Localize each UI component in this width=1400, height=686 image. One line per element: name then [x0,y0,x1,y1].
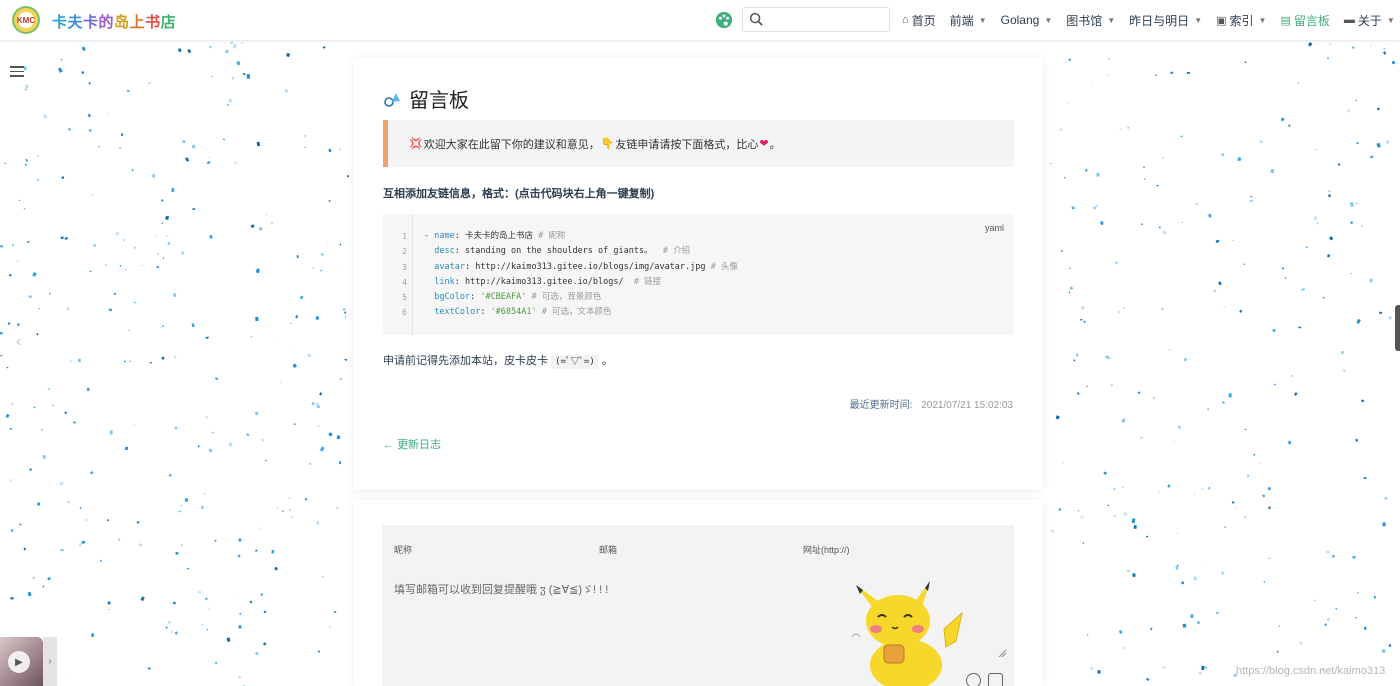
url-field[interactable]: 网址(http://) [803,543,850,556]
nav-links: ⌂ 首页 前端 ▼ Golang ▼ 图书馆 ▼ 昨日与明日 ▼ ▣ 索引 ▼ ▤ 留言板 ▬ 关于 ▼ [902,0,1400,40]
prev-page-link[interactable]: ← 更新日志 [383,436,441,452]
email-field[interactable]: 邮箱 [599,543,617,556]
tip-text-1: 欢迎大家在此留下你的建议和意见， [423,138,600,151]
search-input[interactable] [769,10,884,29]
music-player-cover[interactable]: ▶ [0,637,43,686]
comment-form: 昵称 邮箱 网址(http://) 填写邮箱可以收到回复提醒哦 ჳ (≧∀≦)ゞ… [382,525,1014,686]
preview-icon[interactable] [988,673,1003,686]
site-logo[interactable]: KMC [12,6,40,34]
navbar: KMC 卡夫卡的岛上书店 ⌂ 首页 前端 ▼ Golang ▼ 图书馆 ▼ 昨日与明日 ▼ ▣ 索引 ▼… [0,0,1400,41]
nav-item-label: 图书馆 [1066,13,1103,28]
logo-text: KMC [16,15,36,25]
code-line: avatar: http://kaimo313.gitee.io/blogs/i… [434,261,738,272]
play-icon[interactable]: ▶ [8,651,30,673]
code-lines: - name: 卡夫卡的岛上书店 # 昵称 desc: standing on … [424,229,738,321]
page-card: 留言板 💢 欢迎大家在此留下你的建议和意见， 👇 友链申请请按下面格式，比心 ❤… [353,58,1043,490]
tip-text-3: 。 [769,138,781,151]
nav-item[interactable]: ▤ 留言板 [1280,12,1329,29]
last-updated-value: 2021/07/21 15:02:03 [921,400,1013,411]
comment-card: 昵称 邮箱 网址(http://) 填写邮箱可以收到回复提醒哦 ჳ (≧∀≦)ゞ… [353,500,1043,686]
line-number-gutter: 1 2 3 4 5 6 [383,214,413,335]
nav-item[interactable]: ⌂ 首页 [902,12,936,29]
tip-block: 💢 欢迎大家在此留下你的建议和意见， 👇 友链申请请按下面格式，比心 ❤ 。 [383,120,1014,167]
caret-down-icon: ▼ [1044,15,1053,25]
comment-textarea[interactable]: 填写邮箱可以收到回复提醒哦 ჳ (≧∀≦)ゞ! ! ! [394,581,608,597]
caret-down-icon: ▼ [978,15,987,25]
nav-item-label: 前端 [949,13,974,28]
last-updated-label: 最近更新时间: [849,400,913,411]
site-title-char: 岛 [114,14,130,31]
home-icon: ⌂ [902,14,909,26]
search-box[interactable] [742,7,890,32]
code-line: link: http://kaimo313.gitee.io/blogs/ # … [434,276,662,287]
site-title-char: 书 [145,14,161,31]
nav-item-label: 留言板 [1293,13,1330,28]
site-title-char: 上 [129,14,146,31]
nav-item-label: 索引 [1229,13,1254,28]
line-number: 4 [402,277,407,287]
arrow-left-icon: ← [383,439,394,451]
nav-item-label: Golang [1000,13,1040,27]
nav-item[interactable]: ▬ 关于 ▼ [1344,12,1395,29]
friend-link-heading: 互相添加友链信息，格式：(点击代码块右上角一键复制) [383,188,655,200]
apply-note: 申请前记得先添加本站，皮卡皮卡 (=ﾟ▽ﾟ=) 。 [383,352,613,369]
code-language-label: yaml [984,223,1004,233]
bicycle-icon [384,92,400,107]
tip-text-2: 友链申请请按下面格式，比心 [615,138,759,151]
site-title-char: 夫 [67,14,84,31]
pointing-down-emoji-icon: 👇 [600,138,615,150]
caret-down-icon: ▼ [1386,15,1395,25]
sidebar-toggle-icon[interactable] [10,66,24,77]
side-scroll-tab[interactable] [1395,305,1400,351]
note-end: 。 [601,355,613,367]
note-kaomoji: (=ﾟ▽ﾟ=) [551,355,599,369]
nav-item[interactable]: 图书馆 ▼ [1066,12,1115,29]
last-updated: 最近更新时间: 2021/07/21 15:02:03 [850,396,1013,411]
index-icon: ▣ [1216,14,1227,27]
site-title[interactable]: 卡夫卡的岛上书店 [52,11,176,32]
pikachu-illustration [851,581,963,686]
caret-down-icon: ▼ [1194,15,1203,25]
about-icon: ▬ [1343,14,1355,26]
nav-item[interactable]: 昨日与明日 ▼ [1129,12,1202,29]
watermark: https://blog.csdn.net/kaimo313 [1236,665,1386,677]
line-number: 3 [402,262,407,272]
code-line: textColor: '#6854A1' # 可选，文本颜色 [434,307,612,318]
line-number: 2 [402,247,407,257]
code-line: bgColor: '#CBEAFA' # 可选，背景颜色 [434,292,602,303]
code-line: desc: standing on the shoulders of giant… [434,246,691,257]
chevron-left-icon[interactable]: ‹ [16,333,21,351]
palette-icon[interactable] [715,11,733,29]
nav-item[interactable]: Golang ▼ [1001,13,1053,27]
caret-down-icon: ▼ [1107,15,1116,25]
page-title: 留言板 [383,84,469,113]
nav-item[interactable]: 前端 ▼ [950,12,987,29]
site-title-char: 店 [160,14,177,31]
emoji-icon[interactable] [966,673,981,686]
page-title-text: 留言板 [409,90,469,112]
nav-item-label: 昨日与明日 [1129,13,1190,28]
resize-grip-icon[interactable] [998,649,1006,657]
heart-emoji-icon: ❤ [759,138,769,150]
site-title-char: 卡 [52,14,68,31]
nav-item-label: 首页 [911,13,936,28]
nickname-field[interactable]: 昵称 [394,543,412,556]
site-title-char: 的 [98,14,115,31]
caret-down-icon: ▼ [1258,15,1267,25]
code-line: - name: 卡夫卡的岛上书店 # 昵称 [424,231,566,241]
prev-page-label: 更新日志 [397,439,442,451]
line-number: 5 [402,293,407,303]
line-number: 6 [402,308,407,318]
nav-item-label: 关于 [1357,13,1382,28]
nav-item[interactable]: ▣ 索引 ▼ [1216,12,1266,29]
player-toggle-button[interactable]: › [43,637,57,686]
note-text: 申请前记得先添加本站，皮卡皮卡 [383,355,548,367]
yaml-code-block[interactable]: yaml 1 2 3 4 5 6 - name: 卡夫卡的岛上书店 # 昵称 desc: … [383,214,1014,335]
search-icon [749,12,763,26]
anger-emoji-icon: 💢 [409,138,423,150]
message-board-icon: ▤ [1280,14,1291,27]
line-number: 1 [402,232,407,241]
site-title-char: 卡 [83,14,99,31]
